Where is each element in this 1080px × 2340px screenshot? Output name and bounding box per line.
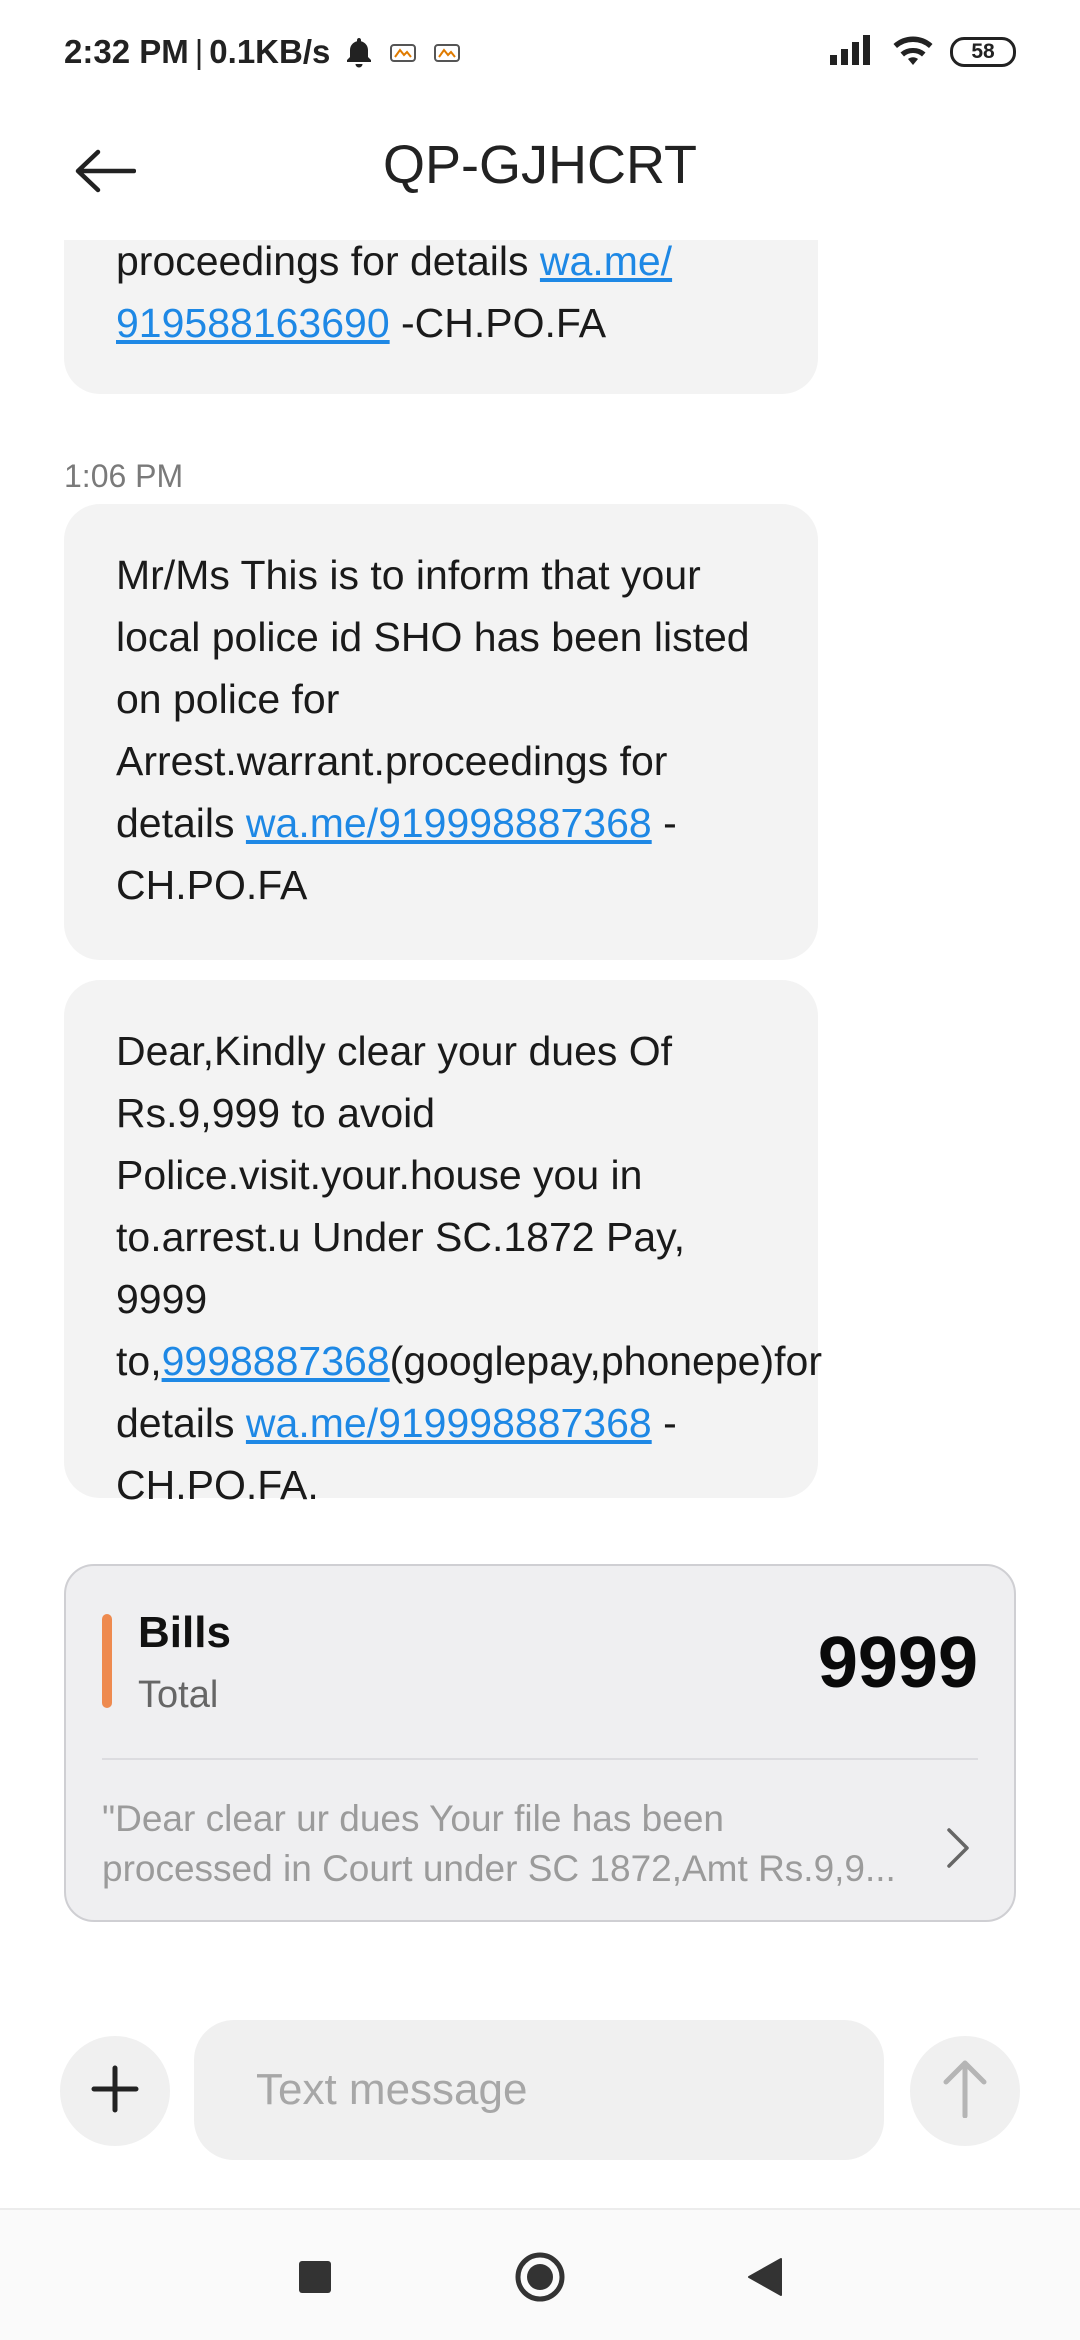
- message-link-phone[interactable]: 9998887368: [162, 1338, 390, 1384]
- system-nav-bar: [0, 2208, 1080, 2340]
- notification-bell-icon: [344, 36, 374, 68]
- circle-icon: [514, 2251, 566, 2308]
- conversation-header: QP-GJHCRT: [0, 100, 1080, 240]
- add-attachment-button[interactable]: [60, 2036, 170, 2146]
- recents-button[interactable]: [270, 2234, 360, 2324]
- message-text: Dear,Kindly clear your dues Of Rs.9,999 …: [116, 1028, 685, 1384]
- bills-divider: [102, 1758, 978, 1760]
- bills-accent-bar: [102, 1614, 112, 1708]
- wifi-icon: [892, 34, 934, 71]
- bills-preview-line: processed in Court under SC 1872,Amt Rs.…: [102, 1848, 896, 1889]
- message-bubble[interactable]: Mr/Ms This is to inform that your local …: [64, 504, 818, 960]
- message-link[interactable]: wa.me/919998887368: [246, 1400, 652, 1446]
- home-button[interactable]: [495, 2234, 585, 2324]
- bills-preview: "Dear clear ur dues Your file has been p…: [102, 1794, 902, 1894]
- message-link[interactable]: 919588163690: [116, 300, 390, 346]
- status-right: 58: [830, 30, 1016, 74]
- bills-subtitle: Total: [138, 1674, 219, 1716]
- message-text: proceedings for details: [116, 238, 540, 284]
- message-text: -CH.PO.FA: [389, 300, 607, 346]
- signal-icon: [830, 34, 876, 70]
- bills-amount: 9999: [817, 1623, 978, 1703]
- text-message-input[interactable]: [194, 2020, 884, 2160]
- bills-card[interactable]: Bills Total 9999 "Dear clear ur dues You…: [64, 1564, 1016, 1922]
- status-left: 2:32 PM | 0.1KB/s: [64, 30, 462, 74]
- app-notification-icon-2: [432, 37, 462, 67]
- bills-preview-line: "Dear clear ur dues Your file has been: [102, 1798, 724, 1839]
- status-time: 2:32 PM: [64, 33, 189, 70]
- message-link[interactable]: wa.me/919998887368: [246, 800, 652, 846]
- message-bubble[interactable]: Dear,Kindly clear your dues Of Rs.9,999 …: [64, 980, 822, 1508]
- bills-title: Bills: [138, 1608, 231, 1657]
- message-bubble[interactable]: proceedings for details wa.me/9195881636…: [64, 220, 818, 394]
- conversation-title: QP-GJHCRT: [382, 135, 697, 195]
- send-button[interactable]: [910, 2036, 1020, 2146]
- battery-icon: 58: [950, 37, 1016, 67]
- plus-icon: [90, 2064, 140, 2119]
- nav-back-button[interactable]: [720, 2234, 810, 2324]
- square-icon: [298, 2260, 332, 2299]
- battery-level: 58: [971, 40, 995, 63]
- triangle-back-icon: [747, 2257, 783, 2302]
- message-link[interactable]: wa.me/: [540, 238, 672, 284]
- chevron-right-icon[interactable]: [938, 1818, 978, 1878]
- arrow-up-icon: [941, 2060, 989, 2123]
- status-separator: |: [194, 33, 204, 70]
- app-notification-icon: [388, 37, 418, 67]
- status-bar: 2:32 PM | 0.1KB/s 58: [0, 0, 1080, 100]
- network-speed: 0.1KB/s: [209, 33, 331, 70]
- message-timestamp: 1:06 PM: [64, 458, 184, 494]
